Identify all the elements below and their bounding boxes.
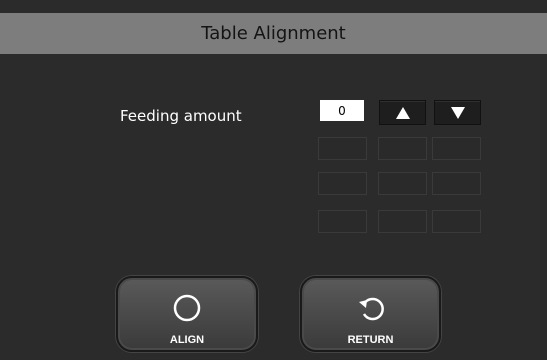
align-button[interactable]: ALIGN [116, 276, 258, 352]
undo-arrow-icon [358, 297, 384, 321]
circle-icon [173, 294, 201, 322]
page-title: Table Alignment [201, 23, 346, 44]
return-button-label: RETURN [347, 334, 394, 346]
title-bar: Table Alignment [0, 13, 547, 54]
grid-cell [318, 210, 367, 233]
grid-cell [318, 137, 367, 160]
grid-cell [432, 210, 481, 233]
decrease-button[interactable] [434, 100, 481, 125]
triangle-up-icon [395, 106, 410, 119]
grid-cell [378, 137, 427, 160]
grid-cell [318, 172, 367, 195]
screen: Table Alignment Feeding amount 0 ALIGN R… [0, 0, 547, 360]
grid-cell [432, 172, 481, 195]
return-button[interactable]: RETURN [300, 276, 441, 352]
feeding-amount-label: Feeding amount [120, 107, 242, 125]
increase-button[interactable] [379, 100, 426, 125]
feeding-amount-field[interactable]: 0 [320, 100, 364, 121]
triangle-down-icon [450, 106, 465, 119]
align-button-label: ALIGN [169, 334, 205, 346]
grid-cell [378, 210, 427, 233]
grid-cell [432, 137, 481, 160]
grid-cell [378, 172, 427, 195]
